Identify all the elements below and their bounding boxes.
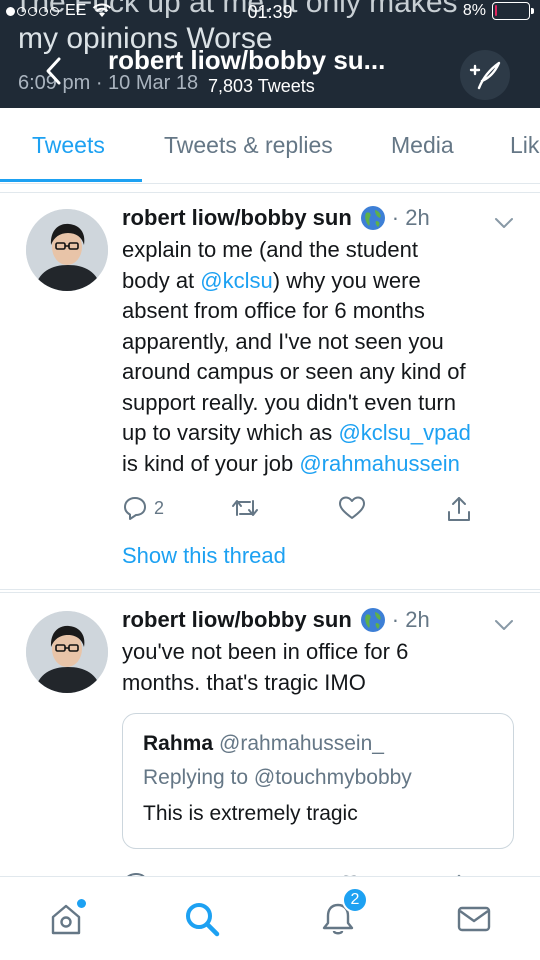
nav-search[interactable] [182,899,222,939]
tweet-count: 7,803 Tweets [208,76,315,96]
compose-feather-icon [469,61,501,90]
reply-button[interactable]: 2 [122,495,164,521]
author-name[interactable]: robert liow/bobby sun [122,607,352,633]
search-icon [186,903,220,937]
tab-tweets-and-replies[interactable]: Tweets & replies [164,132,333,159]
nav-notifications[interactable]: 2 [318,887,368,939]
retweet-button[interactable] [230,495,260,521]
quoted-author-handle: @rahmahussein_ [219,732,384,755]
show-thread-link[interactable]: Show this thread [122,543,286,569]
status-bar: EE 01:39 8% [0,0,540,22]
share-button[interactable] [446,495,472,523]
mention-link[interactable]: @kclsu_vpad [338,420,470,445]
nav-home[interactable] [46,899,86,939]
reply-count: 2 [154,497,165,518]
replying-to-label: Replying to @touchmybobby [143,766,412,789]
battery-indicator: 8% [462,2,534,20]
envelope-icon [457,906,491,932]
tab-tweets[interactable]: Tweets [32,132,105,159]
notification-badge: 2 [342,887,368,913]
like-button[interactable] [338,495,366,521]
compose-tweet-button[interactable] [460,50,510,100]
profile-header: The Fuck up at me. It only makes my opin… [0,0,540,108]
profile-name: robert liow/bobby su... [108,45,386,75]
back-button[interactable] [36,52,70,90]
tweet[interactable]: robert liow/bobby sun · 2h explain to me… [0,192,540,590]
battery-percent: 8% [462,2,486,19]
quoted-tweet[interactable]: Rahma @rahmahussein_ Replying to @touchmy… [122,713,514,849]
tweet-time: · 2h [391,205,430,230]
tab-media[interactable]: Media [391,132,454,159]
profile-tabs: Tweets Tweets & replies Media Lik [0,108,540,184]
tab-likes[interactable]: Lik [510,132,539,159]
status-time: 01:39 [247,2,293,22]
quoted-tweet-text: This is extremely tragic [143,802,358,825]
quoted-tweet-header: Rahma @rahmahussein_ [143,732,384,756]
tweet-text: you've not been in office for 6 months. … [122,639,409,695]
tweet-actions: 2 [122,495,482,527]
active-tab-indicator [0,179,142,182]
share-icon [448,497,470,521]
tweet-header: robert liow/bobby sun · 2h [122,607,430,633]
mention-link[interactable]: @kclsu [200,268,272,293]
mention-link[interactable]: @rahmahussein [299,451,460,476]
avatar[interactable] [26,611,108,693]
chevron-down-icon[interactable] [494,619,514,631]
avatar[interactable] [26,209,108,291]
chevron-down-icon[interactable] [494,217,514,229]
new-content-dot [77,899,86,908]
reply-icon [124,497,146,520]
battery-icon [492,2,534,20]
globe-emoji-icon [360,608,385,632]
tweet-text: explain to me (and the student body at @… [122,237,471,476]
globe-emoji-icon [360,206,385,230]
tweet[interactable]: robert liow/bobby sun · 2h you've not be… [0,592,540,882]
nav-messages[interactable] [454,899,494,939]
chevron-left-icon [46,57,61,85]
retweet-icon [232,500,258,516]
author-name[interactable]: robert liow/bobby sun [122,205,352,231]
tweet-header: robert liow/bobby sun · 2h [122,205,430,231]
heart-icon [339,496,365,519]
bottom-tab-bar: 2 [0,876,540,960]
quoted-author-name: Rahma [143,732,214,755]
tweet-time: · 2h [391,607,430,632]
